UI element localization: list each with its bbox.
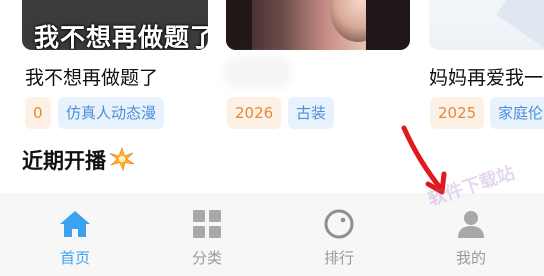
nav-tab-profile[interactable]: 我的 bbox=[403, 193, 539, 276]
thumbnail-art bbox=[226, 0, 252, 50]
nav-tab-label: 首页 bbox=[59, 249, 90, 267]
genre-tag[interactable]: 仿真人动态漫 bbox=[58, 97, 165, 129]
thumbnail-overlay-text: 我不想再做题了 bbox=[34, 23, 208, 50]
bottom-nav-bar: 首页 分类 排行 我的 bbox=[0, 193, 544, 276]
nav-tab-ranking[interactable]: 排行 bbox=[271, 193, 407, 276]
card-thumbnail[interactable]: 我不想再做题了 bbox=[22, 0, 208, 50]
home-icon bbox=[60, 211, 90, 237]
content-card-row: 我不想再做题了 我不想再做题了 0 仿真人动态漫 2026 古装 妈妈再爱我一 … bbox=[0, 0, 544, 140]
nav-tab-label: 我的 bbox=[455, 249, 486, 267]
genre-tag[interactable]: 古装 bbox=[288, 97, 335, 129]
card-thumbnail[interactable] bbox=[226, 0, 410, 50]
card-title[interactable]: 妈妈再爱我一 bbox=[429, 63, 543, 90]
section-heading-text: 近期开播 bbox=[22, 149, 106, 173]
year-tag: 2025 bbox=[430, 97, 485, 129]
category-grid-icon bbox=[193, 210, 221, 238]
thumbnail-art bbox=[496, 0, 544, 50]
card-title[interactable]: 我不想再做题了 bbox=[25, 63, 158, 90]
blurred-title bbox=[228, 62, 288, 84]
genre-tag[interactable]: 家庭伦 bbox=[490, 97, 544, 129]
nav-tab-label: 分类 bbox=[191, 249, 222, 267]
sparkle-icon bbox=[109, 147, 135, 171]
year-tag: 2026 bbox=[227, 97, 282, 129]
thumbnail-art bbox=[366, 0, 410, 50]
nav-tab-category[interactable]: 分类 bbox=[139, 193, 275, 276]
nav-tab-home[interactable]: 首页 bbox=[7, 193, 143, 276]
section-heading: 近期开播 bbox=[22, 145, 136, 175]
year-tag: 0 bbox=[25, 97, 51, 129]
card-thumbnail[interactable] bbox=[429, 0, 544, 50]
profile-icon bbox=[458, 211, 484, 238]
nav-tab-label: 排行 bbox=[323, 249, 354, 267]
ranking-circle-icon bbox=[324, 209, 354, 239]
